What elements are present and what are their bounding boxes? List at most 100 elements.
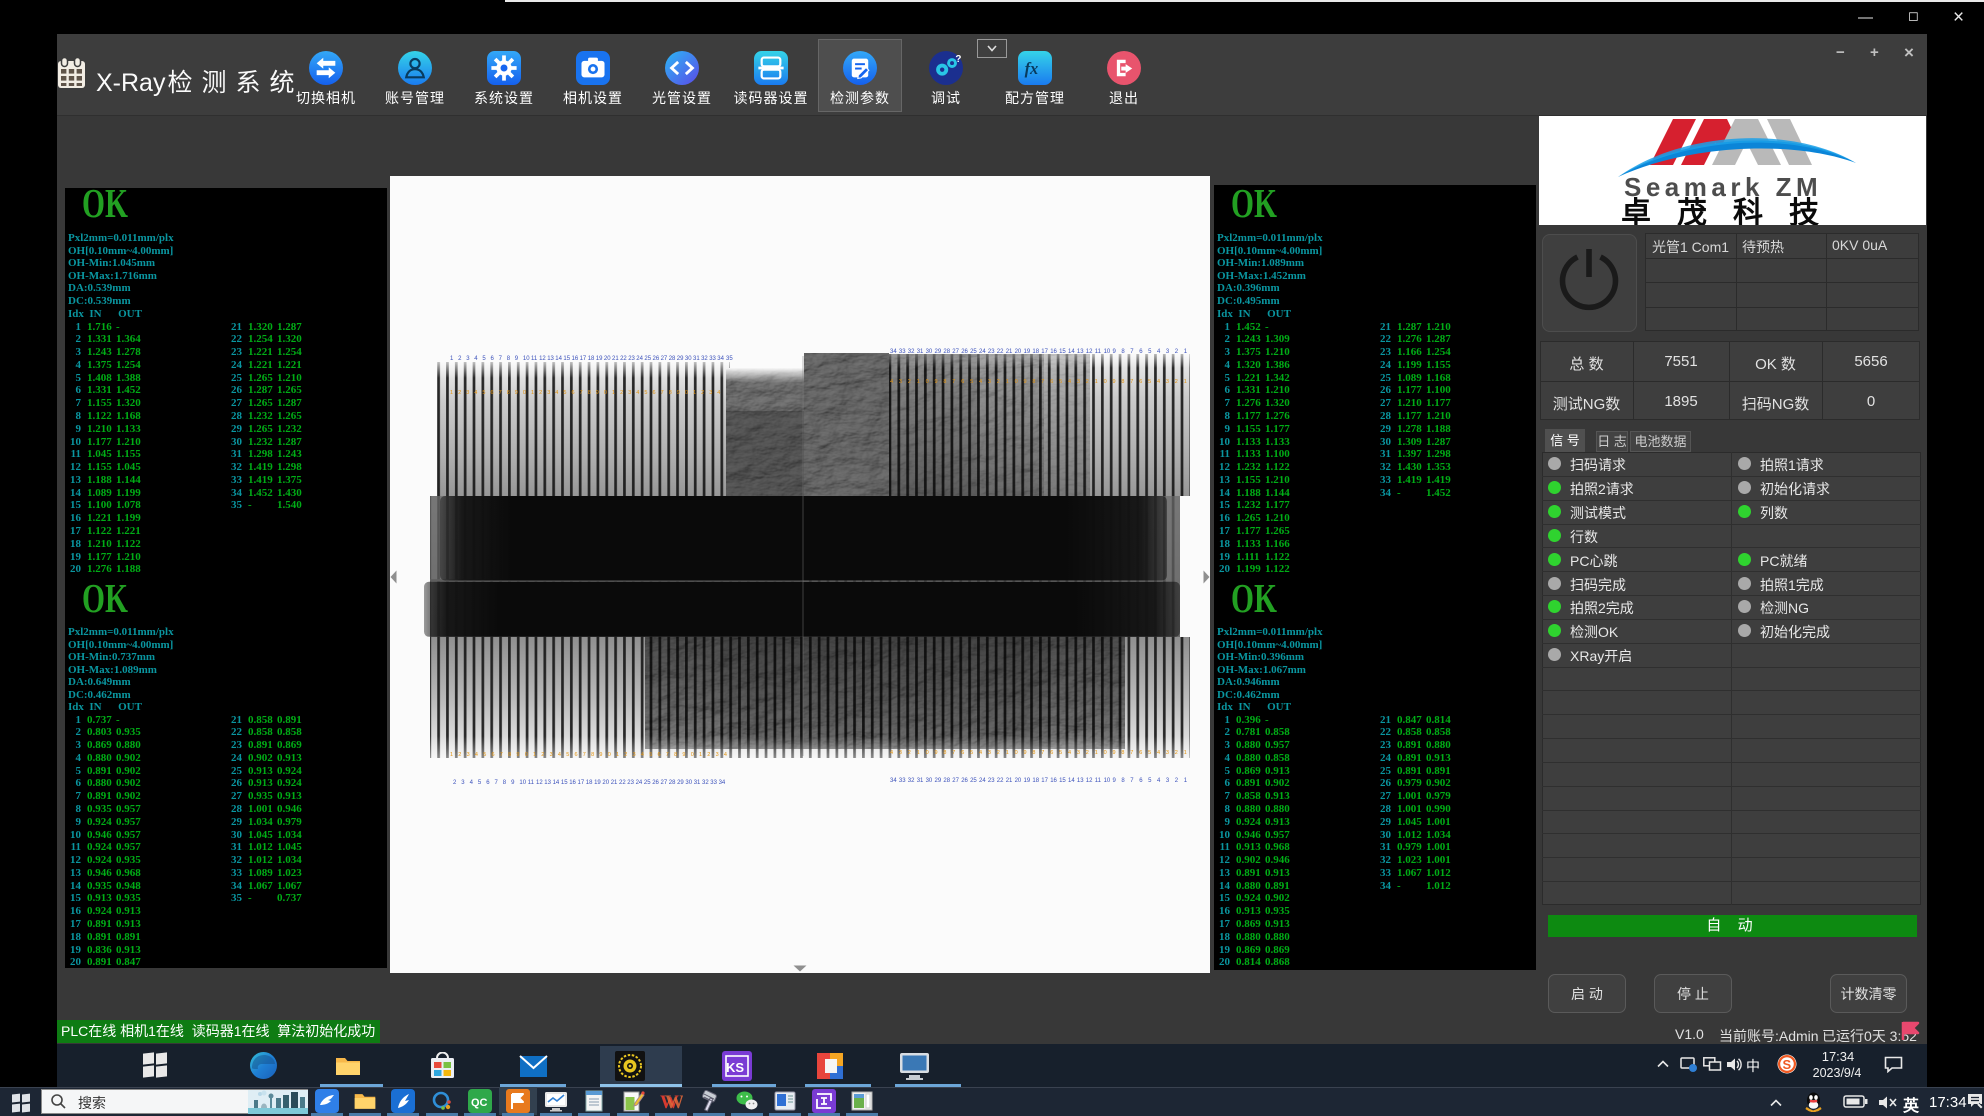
svg-text:30: 30 xyxy=(685,356,692,362)
svg-text:2: 2 xyxy=(539,390,542,396)
svg-text:3: 3 xyxy=(899,750,902,756)
svg-text:30: 30 xyxy=(926,349,933,355)
svg-text:2: 2 xyxy=(1086,750,1089,756)
svg-text:13: 13 xyxy=(544,780,551,786)
svg-text:7: 7 xyxy=(583,752,586,758)
svg-text:6: 6 xyxy=(1139,379,1142,385)
svg-text:12: 12 xyxy=(539,356,546,362)
svg-text:1: 1 xyxy=(1095,750,1098,756)
svg-text:13: 13 xyxy=(1077,778,1084,784)
svg-text:22: 22 xyxy=(997,349,1004,355)
svg-text:21: 21 xyxy=(612,356,619,362)
svg-text:19: 19 xyxy=(1024,778,1031,784)
svg-text:2: 2 xyxy=(707,752,710,758)
svg-text:9: 9 xyxy=(516,752,519,758)
svg-text:28: 28 xyxy=(669,356,676,362)
svg-text:35: 35 xyxy=(726,356,733,362)
svg-text:17: 17 xyxy=(1041,349,1048,355)
svg-text:28: 28 xyxy=(943,349,950,355)
svg-text:1: 1 xyxy=(693,390,696,396)
svg-text:0: 0 xyxy=(1104,379,1107,385)
svg-text:29: 29 xyxy=(935,778,942,784)
svg-text:10: 10 xyxy=(1104,349,1111,355)
svg-text:5: 5 xyxy=(1059,750,1062,756)
svg-text:27: 27 xyxy=(952,349,959,355)
svg-text:19: 19 xyxy=(596,356,603,362)
svg-text:26: 26 xyxy=(961,778,968,784)
svg-text:0: 0 xyxy=(1015,750,1018,756)
svg-text:18: 18 xyxy=(588,356,595,362)
svg-text:2: 2 xyxy=(1175,379,1178,385)
svg-text:30: 30 xyxy=(685,780,692,786)
svg-text:10: 10 xyxy=(1104,778,1111,784)
svg-text:17: 17 xyxy=(578,780,585,786)
svg-text:16: 16 xyxy=(1050,349,1057,355)
svg-text:3: 3 xyxy=(1077,750,1080,756)
svg-text:0: 0 xyxy=(523,390,526,396)
svg-text:3: 3 xyxy=(988,750,991,756)
svg-text:5: 5 xyxy=(649,752,652,758)
svg-text:7: 7 xyxy=(1130,379,1133,385)
svg-text:24: 24 xyxy=(979,778,986,784)
svg-text:10: 10 xyxy=(523,356,530,362)
svg-text:1: 1 xyxy=(531,390,534,396)
svg-text:?: ? xyxy=(955,54,961,65)
svg-text:5: 5 xyxy=(970,750,973,756)
svg-text:0: 0 xyxy=(604,390,607,396)
svg-text:1: 1 xyxy=(450,390,453,396)
svg-text:20: 20 xyxy=(1015,349,1022,355)
svg-text:32: 32 xyxy=(701,356,708,362)
svg-text:0: 0 xyxy=(608,752,611,758)
svg-text:4: 4 xyxy=(1068,379,1071,385)
svg-text:1: 1 xyxy=(612,390,615,396)
svg-text:4: 4 xyxy=(474,390,477,396)
svg-text:20: 20 xyxy=(602,780,609,786)
svg-text:31: 31 xyxy=(694,780,701,786)
svg-text:32: 32 xyxy=(908,349,915,355)
svg-text:5: 5 xyxy=(1148,750,1151,756)
svg-text:25: 25 xyxy=(644,356,651,362)
svg-text:13: 13 xyxy=(547,356,554,362)
svg-text:3: 3 xyxy=(716,752,719,758)
svg-text:33: 33 xyxy=(709,356,716,362)
svg-text:7: 7 xyxy=(580,390,583,396)
svg-text:27: 27 xyxy=(661,356,668,362)
svg-text:8: 8 xyxy=(669,390,672,396)
svg-text:33: 33 xyxy=(899,778,906,784)
svg-text:5: 5 xyxy=(563,390,566,396)
svg-text:2: 2 xyxy=(997,750,1000,756)
svg-text:8: 8 xyxy=(1121,750,1124,756)
svg-text:6: 6 xyxy=(961,379,964,385)
svg-text:5: 5 xyxy=(482,390,485,396)
svg-text:9: 9 xyxy=(935,750,938,756)
svg-text:8: 8 xyxy=(943,379,946,385)
svg-text:1: 1 xyxy=(450,752,453,758)
svg-text:24: 24 xyxy=(636,356,643,362)
svg-text:16: 16 xyxy=(1050,778,1057,784)
svg-text:5: 5 xyxy=(1148,379,1151,385)
svg-text:11: 11 xyxy=(1095,778,1102,784)
svg-text:1: 1 xyxy=(1184,379,1187,385)
svg-text:3: 3 xyxy=(550,752,553,758)
svg-text:9: 9 xyxy=(1024,750,1027,756)
svg-text:14: 14 xyxy=(555,356,562,362)
svg-text:7: 7 xyxy=(952,379,955,385)
svg-text:6: 6 xyxy=(575,752,578,758)
svg-text:8: 8 xyxy=(1121,379,1124,385)
svg-text:3: 3 xyxy=(628,390,631,396)
svg-text:4: 4 xyxy=(641,752,644,758)
svg-text:20: 20 xyxy=(604,356,611,362)
svg-text:0: 0 xyxy=(691,752,694,758)
svg-text:31: 31 xyxy=(917,349,924,355)
svg-text:5: 5 xyxy=(566,752,569,758)
svg-text:KS: KS xyxy=(726,1060,744,1075)
svg-text:29: 29 xyxy=(677,356,684,362)
svg-text:33: 33 xyxy=(710,780,717,786)
svg-text:20: 20 xyxy=(1015,778,1022,784)
svg-text:6: 6 xyxy=(491,390,494,396)
svg-text:3: 3 xyxy=(547,390,550,396)
svg-text:8: 8 xyxy=(1032,750,1035,756)
svg-text:卓茂科技: 卓茂科技 xyxy=(1621,197,1845,225)
svg-text:22: 22 xyxy=(619,780,626,786)
svg-text:4: 4 xyxy=(1157,750,1160,756)
